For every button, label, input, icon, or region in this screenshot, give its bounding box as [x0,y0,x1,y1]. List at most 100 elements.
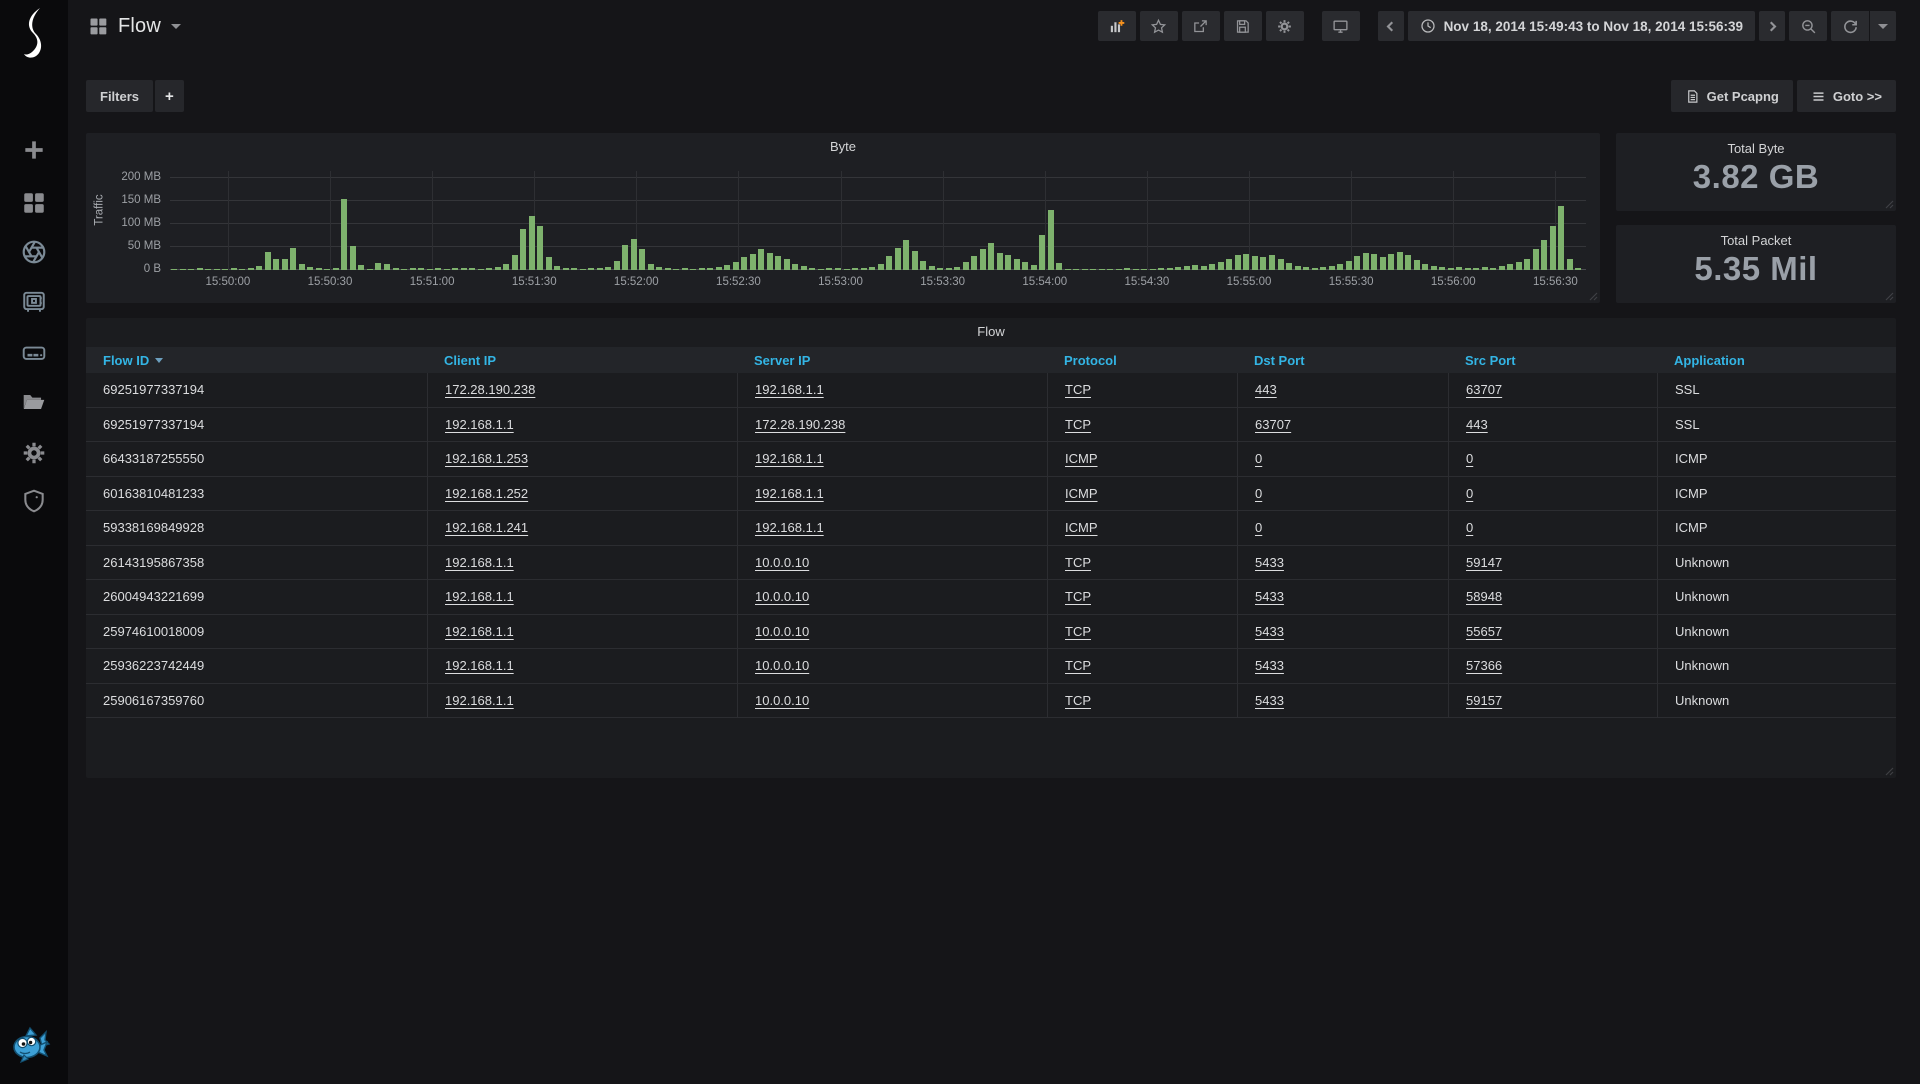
chart-bar [256,266,262,270]
fish-mascot-icon[interactable] [10,1024,54,1068]
chart-panel-title[interactable]: Byte [86,133,1600,154]
zoom-out-button[interactable] [1789,11,1827,41]
cell-link[interactable]: 0 [1466,486,1473,501]
cell-link[interactable]: 192.168.1.1 [445,624,514,639]
resize-handle-icon[interactable] [1589,292,1598,301]
cell-application: Unknown [1657,649,1896,683]
sidebar-item-create[interactable] [0,127,68,173]
get-pcapng-button[interactable]: Get Pcapng [1671,80,1793,112]
cell-link[interactable]: ICMP [1065,486,1098,501]
time-back-button[interactable] [1378,11,1404,41]
cell-link[interactable]: 172.28.190.238 [445,382,535,397]
cell-link[interactable]: 192.168.1.1 [445,658,514,673]
refresh-interval-dropdown-button[interactable] [1870,11,1896,41]
cell-link[interactable]: TCP [1065,624,1091,639]
app-logo-swan-icon[interactable] [14,6,54,58]
cell-link[interactable]: TCP [1065,555,1091,570]
time-forward-button[interactable] [1759,11,1785,41]
cell-link[interactable]: 10.0.0.10 [755,624,809,639]
cell-link[interactable]: 63707 [1466,382,1502,397]
cell-link[interactable]: 57366 [1466,658,1502,673]
column-header-server-ip[interactable]: Server IP [737,347,1047,373]
sidebar-item-settings[interactable] [0,430,68,476]
cell-link[interactable]: 5433 [1255,658,1284,673]
table-panel-title[interactable]: Flow [86,318,1896,339]
cell-link[interactable]: 55657 [1466,624,1502,639]
cell-link[interactable]: 58948 [1466,589,1502,604]
cell-link[interactable]: 192.168.1.1 [755,520,824,535]
sidebar-item-hunt[interactable] [0,229,68,275]
dashboard-title-group[interactable]: Flow [88,15,181,38]
cell-link[interactable]: 192.168.1.1 [445,589,514,604]
cell-link[interactable]: 172.28.190.238 [755,417,845,432]
cell-protocol: TCP [1047,373,1237,407]
filters-button[interactable]: Filters [86,80,153,112]
sidebar-item-storage[interactable] [0,330,68,376]
cell-link[interactable]: 5433 [1255,589,1284,604]
cell-link[interactable]: ICMP [1065,520,1098,535]
cell-link[interactable]: 10.0.0.10 [755,693,809,708]
column-header-client-ip[interactable]: Client IP [427,347,737,373]
cell-link[interactable]: 443 [1466,417,1488,432]
cell-link[interactable]: 59157 [1466,693,1502,708]
add-panel-button[interactable] [1098,11,1136,41]
cell-link[interactable]: 192.168.1.1 [445,555,514,570]
cell-link[interactable]: 0 [1255,520,1262,535]
star-button[interactable] [1140,11,1178,41]
cell-link[interactable]: 63707 [1255,417,1291,432]
cell-protocol: ICMP [1047,442,1237,476]
dashboard-settings-button[interactable] [1266,11,1304,41]
column-header-flow-id[interactable]: Flow ID [86,347,427,373]
cell-link[interactable]: 0 [1466,520,1473,535]
refresh-button[interactable] [1831,11,1869,41]
chart-bar [1371,254,1377,270]
cell-link[interactable]: 0 [1255,451,1262,466]
cell-link[interactable]: TCP [1065,382,1091,397]
column-header-dst-port[interactable]: Dst Port [1237,347,1448,373]
cell-link[interactable]: 192.168.1.1 [755,451,824,466]
share-button[interactable] [1182,11,1220,41]
resize-handle-icon[interactable] [1885,200,1894,209]
column-header-protocol[interactable]: Protocol [1047,347,1237,373]
resize-handle-icon[interactable] [1885,292,1894,301]
chart-bar [1005,255,1011,270]
cell-link[interactable]: 59147 [1466,555,1502,570]
cell-link[interactable]: 192.168.1.252 [445,486,528,501]
stat-title[interactable]: Total Packet [1616,225,1896,248]
add-filter-button[interactable]: + [155,80,184,112]
column-header-src-port[interactable]: Src Port [1448,347,1657,373]
cell-link[interactable]: TCP [1065,417,1091,432]
cell-link[interactable]: 5433 [1255,693,1284,708]
cell-link[interactable]: 10.0.0.10 [755,555,809,570]
sidebar-item-security[interactable] [0,478,68,524]
sidebar-item-evidence-vault[interactable] [0,279,68,325]
cell-link[interactable]: 192.168.1.1 [445,693,514,708]
cell-link[interactable]: 0 [1466,451,1473,466]
resize-handle-icon[interactable] [1885,767,1894,776]
cell-link[interactable]: 192.168.1.253 [445,451,528,466]
time-range-button[interactable]: Nov 18, 2014 15:49:43 to Nov 18, 2014 15… [1408,11,1755,41]
cell-link[interactable]: TCP [1065,589,1091,604]
column-header-application[interactable]: Application [1657,347,1896,373]
sidebar-item-dashboards[interactable] [0,180,68,226]
cell-link[interactable]: 10.0.0.10 [755,589,809,604]
cell-link[interactable]: TCP [1065,658,1091,673]
cell-link[interactable]: 192.168.1.1 [755,382,824,397]
goto-button[interactable]: Goto >> [1797,80,1896,112]
cell-link[interactable]: 10.0.0.10 [755,658,809,673]
cell-link[interactable]: 5433 [1255,555,1284,570]
cell-link[interactable]: ICMP [1065,451,1098,466]
cell-link[interactable]: 5433 [1255,624,1284,639]
cell-link[interactable]: 0 [1255,486,1262,501]
cell-link[interactable]: 192.168.1.241 [445,520,528,535]
title-caret-down-icon[interactable] [171,24,181,29]
stat-title[interactable]: Total Byte [1616,133,1896,156]
kiosk-mode-button[interactable] [1322,11,1360,41]
sidebar-item-files[interactable] [0,379,68,425]
save-button[interactable] [1224,11,1262,41]
chart-plot[interactable] [170,171,1586,270]
cell-link[interactable]: 192.168.1.1 [755,486,824,501]
cell-link[interactable]: 443 [1255,382,1277,397]
cell-link[interactable]: 192.168.1.1 [445,417,514,432]
cell-link[interactable]: TCP [1065,693,1091,708]
